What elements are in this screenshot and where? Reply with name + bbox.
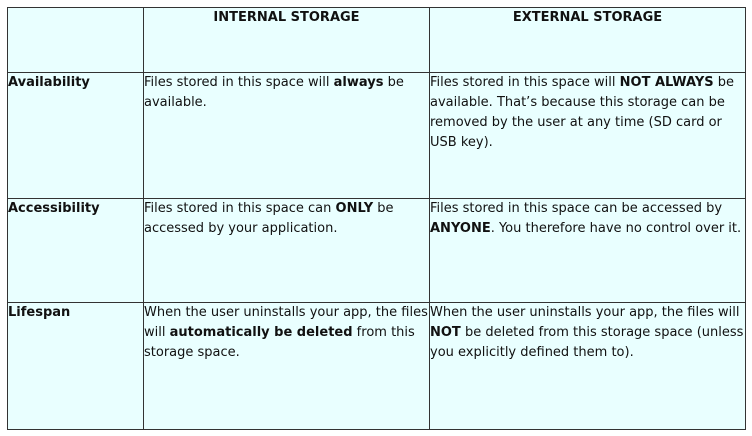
rich-text: Files stored in this space will always b… [144,73,429,113]
cell-accessibility-internal: Files stored in this space can ONLY be a… [143,198,430,303]
row-header-accessibility: Accessibility [7,198,144,303]
body-text: Files stored in this space will [144,75,334,90]
emphasis-text: always [333,75,384,90]
body-text: . You therefore have no control over it. [490,221,742,236]
table-row-accessibility: Accessibility Files stored in this space… [7,198,746,303]
cell-lifespan-internal: When the user uninstalls your app, the f… [143,302,430,430]
header-row: INTERNAL STORAGE EXTERNAL STORAGE [7,7,746,73]
rich-text: Files stored in this space can ONLY be a… [144,199,429,239]
rich-text: Files stored in this space can be access… [430,199,745,239]
emphasis-text: ONLY [335,201,374,216]
cell-lifespan-external: When the user uninstalls your app, the f… [429,302,746,430]
body-text: Files stored in this space can be access… [430,201,723,216]
table-row-lifespan: Lifespan When the user uninstalls your a… [7,302,746,430]
rich-text: Files stored in this space will NOT ALWA… [430,73,745,153]
row-header-lifespan: Lifespan [7,302,144,430]
column-header-external: EXTERNAL STORAGE [429,7,746,73]
body-text: Files stored in this space can [144,201,336,216]
storage-comparison-table: INTERNAL STORAGE EXTERNAL STORAGE Availa… [7,7,746,430]
emphasis-text: automatically be deleted [169,325,353,340]
corner-cell [7,7,144,73]
cell-accessibility-external: Files stored in this space can be access… [429,198,746,303]
body-text: be deleted from this storage space (unle… [430,325,744,360]
emphasis-text: NOT ALWAYS [619,75,714,90]
rich-text: When the user uninstalls your app, the f… [430,303,745,363]
emphasis-text: NOT [430,325,461,340]
body-text: When the user uninstalls your app, the f… [430,305,740,320]
cell-availability-external: Files stored in this space will NOT ALWA… [429,72,746,199]
row-header-availability: Availability [7,72,144,199]
body-text: Files stored in this space will [430,75,620,90]
table-row-availability: Availability Files stored in this space … [7,72,746,199]
rich-text: When the user uninstalls your app, the f… [144,303,429,363]
cell-availability-internal: Files stored in this space will always b… [143,72,430,199]
emphasis-text: ANYONE [430,221,491,236]
column-header-internal: INTERNAL STORAGE [143,7,430,73]
